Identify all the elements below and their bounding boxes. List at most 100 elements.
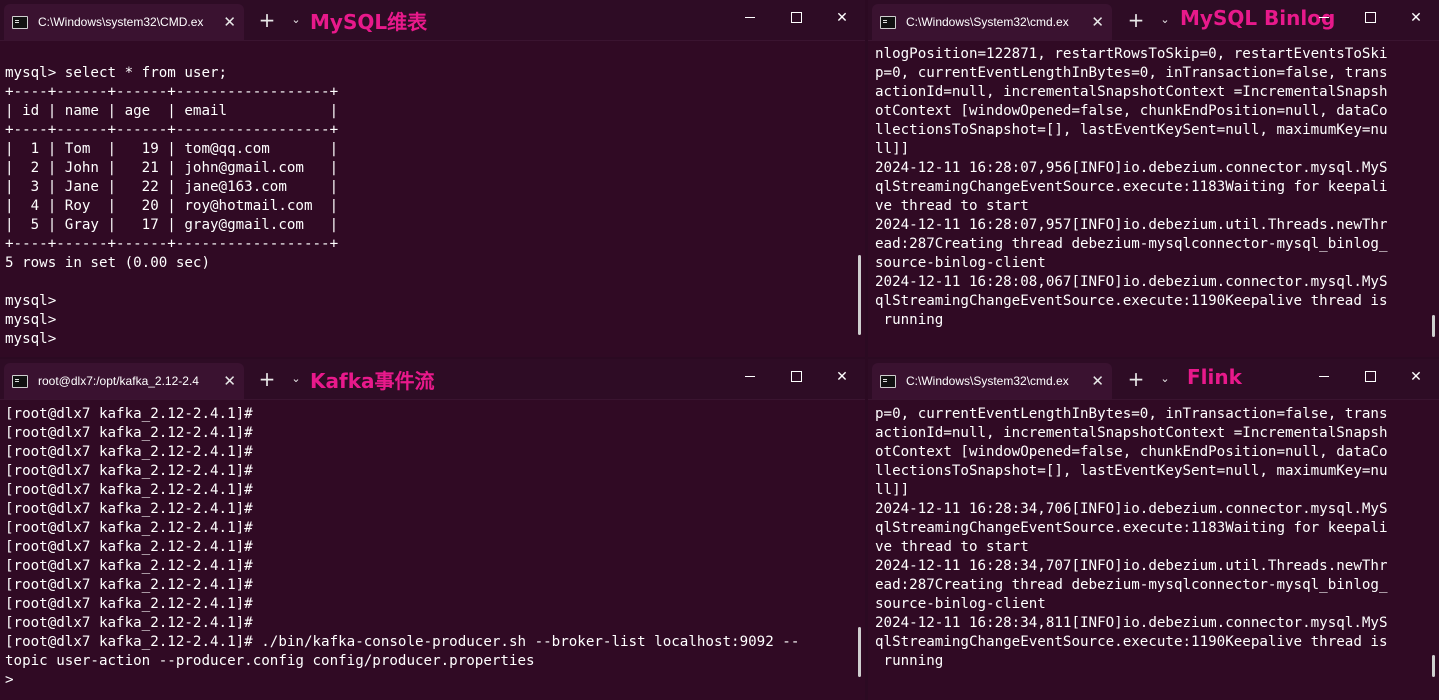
console-line: [root@dlx7 kafka_2.12-2.4.1]#	[5, 596, 253, 612]
terminal-tab[interactable]: C:\Windows\System32\cmd.ex ✕	[872, 4, 1112, 40]
chevron-down-icon[interactable]: ⌄	[1157, 367, 1173, 391]
console-line: mysql> select * from user;	[5, 65, 228, 81]
chevron-down-icon[interactable]: ⌄	[1157, 8, 1173, 32]
console-line: 2024-12-11 16:28:07,957[INFO]io.debezium…	[875, 217, 1388, 233]
title-bar: root@dlx7:/opt/kafka_2.12-2.4 ✕ + ⌄ Kafk…	[0, 359, 865, 400]
console-line: 2024-12-11 16:28:08,067[INFO]io.debezium…	[875, 274, 1388, 290]
console-line: +----+------+------+------------------+	[5, 122, 339, 138]
title-bar: C:\Windows\system32\CMD.ex ✕ + ⌄ MySQL维表…	[0, 0, 865, 41]
console-line: actionId=null, incrementalSnapshotContex…	[875, 84, 1388, 100]
tab-close-icon[interactable]: ✕	[1091, 372, 1104, 390]
terminal-tab[interactable]: C:\Windows\System32\cmd.ex ✕	[872, 363, 1112, 399]
scrollbar[interactable]	[858, 627, 861, 677]
tab-title: C:\Windows\System32\cmd.ex	[906, 374, 1069, 388]
cmd-icon	[12, 15, 28, 29]
console-line: qlStreamingChangeEventSource.execute:119…	[875, 293, 1388, 309]
console-line: qlStreamingChangeEventSource.execute:118…	[875, 520, 1388, 536]
console-line: ve thread to start	[875, 198, 1029, 214]
console-line: [root@dlx7 kafka_2.12-2.4.1]#	[5, 425, 253, 441]
console-line: ve thread to start	[875, 539, 1029, 555]
maximize-icon[interactable]	[1355, 6, 1385, 30]
console-line: p=0, currentEventLengthInBytes=0, inTran…	[875, 406, 1388, 422]
maximize-icon[interactable]	[781, 365, 811, 389]
minimize-icon[interactable]	[735, 365, 765, 389]
console-line: ll]]	[875, 482, 910, 498]
console-line: +----+------+------+------------------+	[5, 84, 339, 100]
console-line: 5 rows in set (0.00 sec)	[5, 255, 210, 271]
console-line: 2024-12-11 16:28:34,811[INFO]io.debezium…	[875, 615, 1388, 631]
new-tab-button[interactable]: +	[1125, 8, 1147, 32]
tab-close-icon[interactable]: ✕	[223, 13, 236, 31]
close-icon[interactable]: ✕	[827, 365, 857, 389]
console-line: | 4 | Roy | 20 | roy@hotmail.com |	[5, 198, 339, 214]
window-annotation: MySQL维表	[310, 10, 428, 34]
console-line: ll]]	[875, 141, 910, 157]
tab-title: root@dlx7:/opt/kafka_2.12-2.4	[38, 374, 199, 388]
console-line: actionId=null, incrementalSnapshotContex…	[875, 425, 1388, 441]
new-tab-button[interactable]: +	[1125, 367, 1147, 391]
console-line: p=0, currentEventLengthInBytes=0, inTran…	[875, 65, 1388, 81]
console-line: ead:287Creating thread debezium-mysqlcon…	[875, 577, 1388, 593]
tab-close-icon[interactable]: ✕	[223, 372, 236, 390]
console-line: [root@dlx7 kafka_2.12-2.4.1]#	[5, 539, 253, 555]
chevron-down-icon[interactable]: ⌄	[288, 8, 304, 32]
console-line: otContext [windowOpened=false, chunkEndP…	[875, 103, 1388, 119]
maximize-icon[interactable]	[1355, 365, 1385, 389]
console-line: [root@dlx7 kafka_2.12-2.4.1]# ./bin/kafk…	[5, 634, 800, 650]
tab-title: C:\Windows\System32\cmd.ex	[906, 15, 1069, 29]
console-line: +----+------+------+------------------+	[5, 236, 339, 252]
terminal-tab[interactable]: C:\Windows\system32\CMD.ex ✕	[4, 4, 244, 40]
console-line: otContext [windowOpened=false, chunkEndP…	[875, 444, 1388, 460]
tab-close-icon[interactable]: ✕	[1091, 13, 1104, 31]
scrollbar[interactable]	[1432, 315, 1435, 337]
terminal-output[interactable]: nlogPosition=122871, restartRowsToSkip=0…	[875, 45, 1435, 357]
maximize-icon[interactable]	[781, 6, 811, 30]
console-line: mysql>	[5, 331, 57, 347]
window-annotation: Kafka事件流	[310, 369, 435, 393]
close-icon[interactable]: ✕	[1401, 365, 1431, 389]
console-line: nlogPosition=122871, restartRowsToSkip=0…	[875, 46, 1388, 62]
minimize-icon[interactable]	[735, 6, 765, 30]
console-line: | id | name | age | email |	[5, 103, 339, 119]
console-line: [root@dlx7 kafka_2.12-2.4.1]#	[5, 520, 253, 536]
close-icon[interactable]: ✕	[1401, 6, 1431, 30]
console-line: qlStreamingChangeEventSource.execute:119…	[875, 634, 1388, 650]
cmd-icon	[880, 15, 896, 29]
console-line: [root@dlx7 kafka_2.12-2.4.1]#	[5, 558, 253, 574]
new-tab-button[interactable]: +	[256, 8, 278, 32]
new-tab-button[interactable]: +	[256, 367, 278, 391]
console-line: [root@dlx7 kafka_2.12-2.4.1]#	[5, 482, 253, 498]
close-icon[interactable]: ✕	[827, 6, 857, 30]
console-line: source-binlog-client	[875, 596, 1046, 612]
title-bar: C:\Windows\System32\cmd.ex ✕ + ⌄ Flink ✕	[868, 359, 1439, 400]
tab-title: C:\Windows\system32\CMD.ex	[38, 15, 204, 29]
console-line: | 1 | Tom | 19 | tom@qq.com |	[5, 141, 339, 157]
console-line: [root@dlx7 kafka_2.12-2.4.1]#	[5, 406, 253, 422]
terminal-tab[interactable]: root@dlx7:/opt/kafka_2.12-2.4 ✕	[4, 363, 244, 399]
minimize-icon[interactable]	[1309, 6, 1339, 30]
console-line: qlStreamingChangeEventSource.execute:118…	[875, 179, 1388, 195]
scrollbar[interactable]	[1432, 655, 1435, 677]
chevron-down-icon[interactable]: ⌄	[288, 367, 304, 391]
console-line: ead:287Creating thread debezium-mysqlcon…	[875, 236, 1388, 252]
console-line: source-binlog-client	[875, 255, 1046, 271]
console-line: [root@dlx7 kafka_2.12-2.4.1]#	[5, 615, 253, 631]
terminal-output[interactable]: mysql> select * from user; +----+------+-…	[5, 45, 853, 357]
kafka-terminal-window: root@dlx7:/opt/kafka_2.12-2.4 ✕ + ⌄ Kafk…	[0, 359, 865, 700]
minimize-icon[interactable]	[1309, 365, 1339, 389]
console-line: llectionsToSnapshot=[], lastEventKeySent…	[875, 463, 1388, 479]
mysql-terminal-window: C:\Windows\system32\CMD.ex ✕ + ⌄ MySQL维表…	[0, 0, 865, 357]
binlog-terminal-window: C:\Windows\System32\cmd.ex ✕ + ⌄ MySQL B…	[868, 0, 1439, 357]
terminal-output[interactable]: [root@dlx7 kafka_2.12-2.4.1]# [root@dlx7 …	[5, 405, 853, 700]
terminal-output[interactable]: p=0, currentEventLengthInBytes=0, inTran…	[875, 405, 1435, 700]
console-line: 2024-12-11 16:28:34,707[INFO]io.debezium…	[875, 558, 1388, 574]
console-line: 2024-12-11 16:28:07,956[INFO]io.debezium…	[875, 160, 1388, 176]
console-line: running	[875, 653, 944, 669]
scrollbar[interactable]	[858, 255, 861, 335]
console-line: [root@dlx7 kafka_2.12-2.4.1]#	[5, 501, 253, 517]
console-line: topic user-action --producer.config conf…	[5, 653, 535, 669]
console-line: 2024-12-11 16:28:34,706[INFO]io.debezium…	[875, 501, 1388, 517]
title-bar: C:\Windows\System32\cmd.ex ✕ + ⌄ MySQL B…	[868, 0, 1439, 41]
